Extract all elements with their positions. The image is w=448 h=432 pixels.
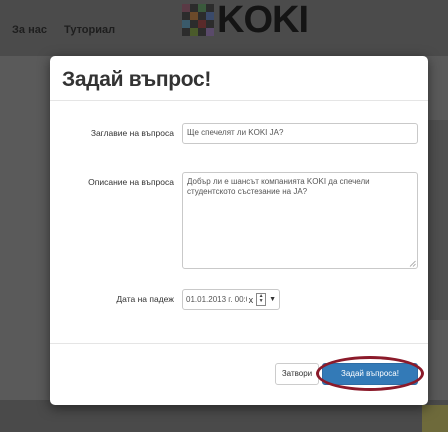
due-date-label: Дата на падеж bbox=[116, 294, 174, 304]
close-button[interactable]: Затвори bbox=[275, 363, 319, 385]
background-decoration-right bbox=[426, 120, 448, 320]
highlight-annotation bbox=[316, 356, 424, 391]
question-description-label: Описание на въпроса bbox=[88, 177, 174, 187]
modal-header: Задай въпрос! bbox=[50, 56, 428, 101]
background-decoration-corner bbox=[422, 405, 448, 432]
question-description-textarea[interactable]: Добър ли е шансът компанията KOKI да спе… bbox=[182, 172, 418, 269]
date-clear-button[interactable]: x bbox=[249, 295, 254, 305]
question-description-text: Добър ли е шансът компанията KOKI да спе… bbox=[187, 177, 370, 196]
logo-text: KOKI bbox=[217, 0, 309, 41]
nav-tutorial: Туториал bbox=[64, 24, 116, 36]
date-spinner-icon[interactable]: ▲ ▼ bbox=[256, 293, 267, 306]
due-date-value: 01.01.2013 г. 00:00 bbox=[186, 295, 247, 304]
modal-footer-divider bbox=[50, 343, 428, 344]
logo: KOKI bbox=[182, 0, 309, 41]
logo-mark-icon bbox=[182, 4, 214, 36]
background-nav: За нас Туториал bbox=[12, 24, 129, 36]
question-title-input[interactable]: Ще спечелят ли KOKI JA? bbox=[182, 123, 418, 144]
modal-title: Задай въпрос! bbox=[62, 68, 212, 91]
resize-grip-icon[interactable] bbox=[409, 260, 416, 267]
chevron-down-icon[interactable]: ▼ bbox=[269, 296, 276, 303]
question-title-label: Заглавие на въпроса bbox=[90, 128, 174, 138]
nav-about: За нас bbox=[12, 24, 47, 36]
due-date-input[interactable]: 01.01.2013 г. 00:00 x ▲▼ ▼ bbox=[182, 289, 280, 310]
ask-question-modal: Задай въпрос! Заглавие на въпроса Ще спе… bbox=[50, 56, 428, 405]
